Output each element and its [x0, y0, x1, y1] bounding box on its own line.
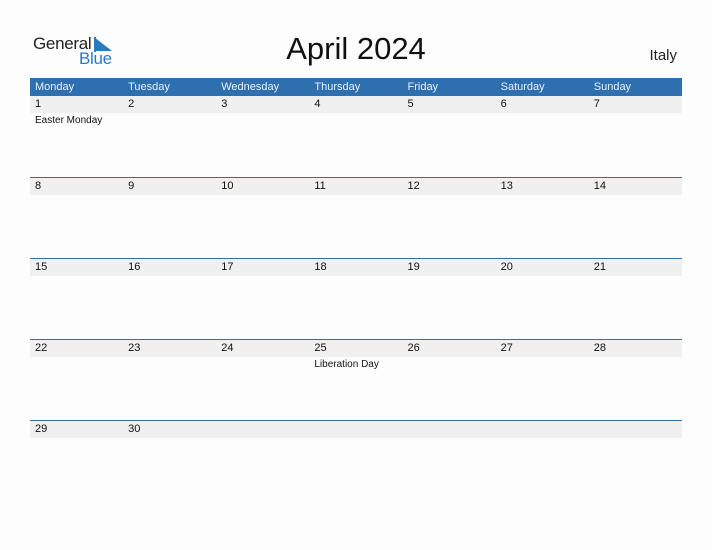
- holiday-label: [403, 276, 496, 277]
- country-label: Italy: [649, 47, 677, 64]
- weekday-tuesday: Tuesday: [128, 81, 170, 93]
- day-number: [216, 421, 309, 438]
- week-row: 1 2 3 4 5 6 7 Easter Monday: [30, 96, 682, 177]
- holiday-label: [309, 195, 402, 196]
- week-row: 29 30: [30, 420, 682, 501]
- holiday-label: [403, 113, 496, 128]
- date-strip: 8 9 10 11 12 13 14: [30, 178, 682, 195]
- day-number: 28: [593, 342, 606, 354]
- holiday-label: [496, 357, 589, 372]
- day-number: 30: [128, 423, 141, 435]
- calendar-grid: Monday Tuesday Wednesday Thursday Friday…: [30, 78, 682, 501]
- date-strip: 1 2 3 4 5 6 7: [30, 96, 682, 113]
- day-number: 16: [128, 261, 141, 273]
- holiday-label: [403, 357, 496, 372]
- holiday-label: [309, 438, 402, 439]
- holiday-label: [403, 438, 496, 439]
- event-row: Easter Monday: [30, 113, 682, 128]
- day-number: [496, 421, 589, 438]
- weekday-friday: Friday: [407, 81, 439, 93]
- holiday-label: [216, 113, 309, 128]
- holiday-label: [589, 438, 682, 439]
- holiday-label: [123, 438, 216, 439]
- day-number: 10: [221, 180, 234, 192]
- holiday-label: [589, 357, 682, 372]
- event-row: [30, 276, 682, 277]
- date-strip: 29 30: [30, 421, 682, 438]
- holiday-label: [216, 195, 309, 196]
- day-number: 29: [35, 423, 48, 435]
- event-row: [30, 438, 682, 439]
- day-number: 5: [407, 98, 414, 110]
- holiday-label: [30, 276, 123, 277]
- day-number: 14: [593, 180, 606, 192]
- day-number: 22: [35, 342, 48, 354]
- day-number: 9: [128, 180, 135, 192]
- day-number: 11: [314, 180, 326, 192]
- holiday-label: [216, 438, 309, 439]
- day-number: 3: [221, 98, 228, 110]
- holiday-label: [589, 276, 682, 277]
- holiday-label: [216, 357, 309, 372]
- day-number: 2: [128, 98, 135, 110]
- holiday-label: [216, 276, 309, 277]
- day-number: 26: [407, 342, 420, 354]
- event-row: [30, 195, 682, 196]
- holiday-label: [30, 195, 123, 196]
- day-number: 27: [500, 342, 513, 354]
- holiday-label: Liberation Day: [314, 359, 379, 370]
- weekday-header: Monday Tuesday Wednesday Thursday Friday…: [30, 78, 682, 96]
- weekday-wednesday: Wednesday: [221, 81, 280, 93]
- day-number: 19: [407, 261, 420, 273]
- holiday-label: [589, 113, 682, 128]
- day-number: 8: [35, 180, 42, 192]
- day-number: 13: [500, 180, 513, 192]
- day-number: 17: [221, 261, 234, 273]
- holiday-label: [309, 276, 402, 277]
- weekday-thursday: Thursday: [314, 81, 361, 93]
- week-row: 22 23 24 25 26 27 28 Liberation Day: [30, 339, 682, 420]
- day-number: 21: [593, 261, 606, 273]
- holiday-label: Easter Monday: [35, 115, 103, 126]
- holiday-label: [30, 438, 123, 439]
- holiday-label: [496, 438, 589, 439]
- day-number: 24: [221, 342, 234, 354]
- holiday-label: [496, 276, 589, 277]
- weekday-monday: Monday: [35, 81, 75, 93]
- day-number: 20: [500, 261, 513, 273]
- holiday-label: [589, 195, 682, 196]
- weekday-saturday: Saturday: [500, 81, 545, 93]
- holiday-label: [496, 195, 589, 196]
- week-row: 8 9 10 11 12 13 14: [30, 177, 682, 258]
- week-row: 15 16 17 18 19 20 21: [30, 258, 682, 339]
- day-number: 18: [314, 261, 327, 273]
- holiday-label: [30, 357, 123, 372]
- holiday-label: [123, 357, 216, 372]
- weeks-container: 1 2 3 4 5 6 7 Easter Monday 8 9 10 11 12 13 14 15 16 17 18…: [30, 96, 682, 501]
- holiday-label: [123, 113, 216, 128]
- holiday-label: [309, 113, 402, 128]
- weekday-sunday: Sunday: [593, 81, 632, 93]
- event-row: Liberation Day: [30, 357, 682, 372]
- holiday-label: [123, 276, 216, 277]
- day-number: [403, 421, 496, 438]
- day-number: [309, 421, 402, 438]
- day-number: 1: [35, 98, 42, 110]
- day-number: 4: [314, 98, 321, 110]
- holiday-label: [123, 195, 216, 196]
- day-number: 15: [35, 261, 48, 273]
- day-number: 23: [128, 342, 141, 354]
- date-strip: 22 23 24 25 26 27 28: [30, 340, 682, 357]
- date-strip: 15 16 17 18 19 20 21: [30, 259, 682, 276]
- day-number: 12: [407, 180, 420, 192]
- day-number: [589, 421, 682, 438]
- day-number: 6: [500, 98, 507, 110]
- holiday-label: [496, 113, 589, 128]
- calendar-title: April 2024: [286, 31, 426, 66]
- day-number: 25: [314, 342, 327, 354]
- day-number: 7: [593, 98, 600, 110]
- holiday-label: [403, 195, 496, 196]
